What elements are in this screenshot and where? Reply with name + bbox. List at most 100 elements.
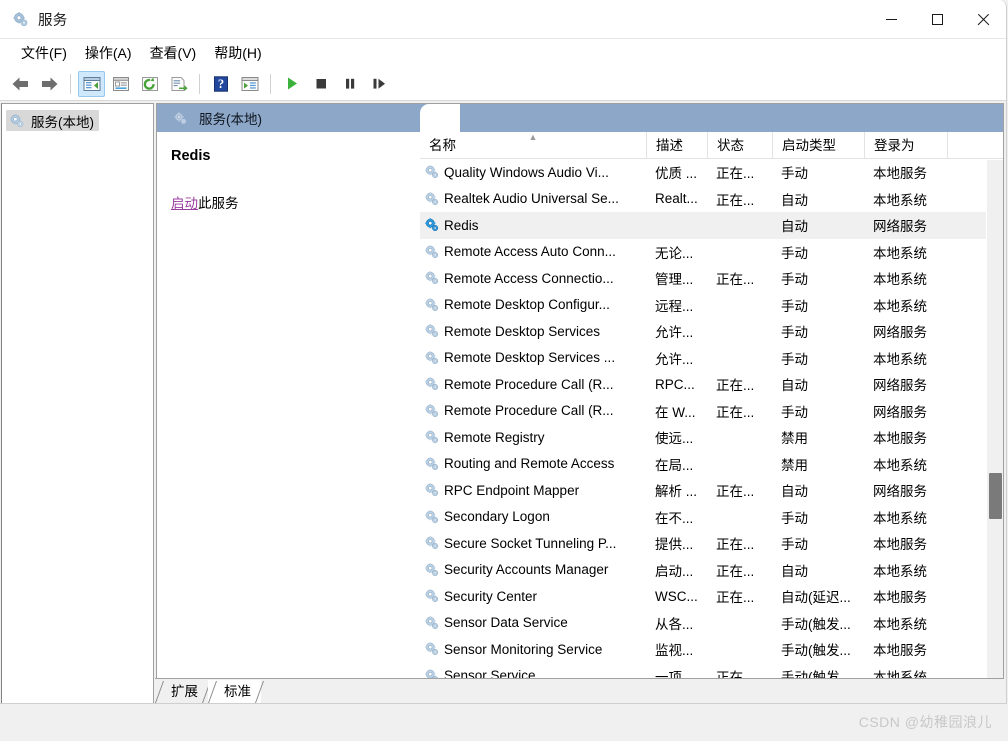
menu-action[interactable]: 操作(A) [76, 40, 141, 66]
table-row[interactable]: Remote Procedure Call (R... RPC... 正在... 自动… [420, 371, 1003, 398]
cell-service-name: Remote Procedure Call (R... [420, 376, 646, 392]
column-header-startup-type[interactable]: 启动类型 [772, 132, 864, 159]
tab-standard[interactable]: 标准 [208, 680, 261, 703]
table-row[interactable]: Secure Socket Tunneling P... 提供... 正在... 手动… [420, 530, 1003, 557]
refresh-button[interactable] [136, 71, 163, 97]
table-row[interactable]: Remote Access Connectio... 管理... 正在... 手动 本地… [420, 265, 1003, 292]
menu-help[interactable]: 帮助(H) [205, 40, 270, 66]
stop-service-button[interactable] [307, 71, 334, 97]
cell-startup-type: 手动(触发... [781, 616, 851, 632]
service-name-text: Remote Desktop Configur... [444, 297, 610, 313]
table-row[interactable]: Security Accounts Manager 启动... 正在... 自动 本地系… [420, 557, 1003, 584]
column-header-name[interactable]: 名称 ▲ [420, 132, 646, 159]
cell-startup-type: 手动 [781, 404, 808, 420]
cell-startup-type: 手动 [781, 510, 808, 526]
forward-button[interactable] [36, 71, 63, 97]
cell-startup-type: 手动 [781, 166, 808, 182]
cell-log-on-as: 本地系统 [873, 457, 927, 473]
column-header-status[interactable]: 状态 [707, 132, 772, 159]
table-row[interactable]: Remote Desktop Services ... 允许... 手动 本地系统 [420, 345, 1003, 372]
start-service-icon [287, 77, 297, 90]
restart-service-button[interactable] [365, 71, 392, 97]
close-button[interactable] [960, 0, 1006, 39]
column-header-log-on-as[interactable]: 登录为 [864, 132, 947, 159]
cell-log-on-as: 本地系统 [873, 192, 927, 208]
services-gear-icon [13, 11, 28, 26]
scrollbar-thumb[interactable] [989, 473, 1002, 519]
table-row[interactable]: Realtek Audio Universal Se... Realt... 正在.… [420, 186, 1003, 213]
cell-service-name: Secondary Logon [420, 509, 646, 525]
cell-log-on-as: 网络服务 [873, 404, 927, 420]
table-row[interactable]: Secondary Logon 在不... 手动 本地系统 [420, 504, 1003, 531]
service-name-text: Secure Socket Tunneling P... [444, 535, 617, 551]
cell-log-on-as: 本地服务 [873, 643, 927, 659]
start-service-button[interactable] [278, 71, 305, 97]
cell-service-name: Quality Windows Audio Vi... [420, 164, 646, 180]
service-gear-icon [425, 350, 439, 364]
cell-startup-type: 自动 [781, 563, 808, 579]
cell-startup-type: 禁用 [781, 457, 808, 473]
tree-node-services-local[interactable]: 服务(本地) [6, 110, 99, 131]
table-row[interactable]: Security Center WSC... 正在... 自动(延迟... 本地服务 [420, 583, 1003, 610]
back-button[interactable] [7, 71, 34, 97]
console-tree-pane: 服务(本地) [1, 103, 154, 703]
service-gear-icon [425, 456, 439, 470]
svg-text:?: ? [217, 77, 223, 91]
table-row[interactable]: RPC Endpoint Mapper 解析 ... 正在... 自动 网络服务 [420, 477, 1003, 504]
pause-service-button[interactable] [336, 71, 363, 97]
table-row[interactable]: Sensor Data Service 从各... 手动(触发... 本地系统 [420, 610, 1003, 637]
cell-log-on-as: 网络服务 [873, 378, 927, 394]
table-row[interactable]: Remote Access Auto Conn... 无论... 手动 本地系统 [420, 239, 1003, 266]
watermark-text: CSDN @幼稚园浪儿 [858, 714, 992, 730]
toolbar-separator-1 [70, 73, 71, 94]
pane-banner-title: 服务(本地) [199, 112, 262, 127]
export-list-button[interactable] [165, 71, 192, 97]
service-name-text: Quality Windows Audio Vi... [444, 164, 609, 180]
cell-status: 正在... [716, 192, 755, 208]
cell-log-on-as: 本地系统 [873, 616, 927, 632]
show-hide-console-tree-button[interactable] [78, 70, 105, 97]
menu-file[interactable]: 文件(F) [12, 40, 76, 66]
column-header-description[interactable]: 描述 [646, 132, 707, 159]
tab-extended[interactable]: 扩展 [155, 680, 208, 703]
minimize-button[interactable] [868, 0, 914, 39]
table-row[interactable]: Remote Registry 使远... 禁用 本地服务 [420, 424, 1003, 451]
details-pane: 服务(本地) Redis 启动此服务 名称 ▲ 描述 状态 启动类型 登录为 Q… [156, 103, 1004, 703]
maximize-button[interactable] [914, 0, 960, 39]
menu-view[interactable]: 查看(V) [141, 40, 206, 66]
cell-log-on-as: 本地服务 [873, 537, 927, 553]
column-header-filler [947, 132, 1003, 159]
show-action-pane-button[interactable] [236, 71, 263, 97]
service-gear-icon [425, 483, 439, 497]
cell-description: 允许... [655, 325, 694, 341]
table-row[interactable]: Remote Desktop Configur... 远程... 手动 本地系统 [420, 292, 1003, 319]
minimize-icon [885, 19, 897, 20]
cell-service-name: Security Center [420, 588, 646, 604]
close-icon [977, 13, 990, 26]
service-name-text: Routing and Remote Access [444, 456, 615, 472]
properties-button[interactable] [107, 71, 134, 97]
service-gear-icon [425, 589, 439, 603]
table-row[interactable]: Quality Windows Audio Vi... 优质 ... 正在... 手动… [420, 159, 1003, 186]
table-row[interactable]: Routing and Remote Access 在局... 禁用 本地系统 [420, 451, 1003, 478]
table-row[interactable]: Remote Procedure Call (R... 在 W... 正在... 手动… [420, 398, 1003, 425]
mmc-view-tabs: 扩展 标准 [155, 678, 1004, 703]
refresh-icon [141, 76, 158, 91]
list-column-header: 名称 ▲ 描述 状态 启动类型 登录为 [420, 132, 1003, 159]
table-row[interactable]: Redis 自动 网络服务 [420, 212, 1003, 239]
services-list: 名称 ▲ 描述 状态 启动类型 登录为 Quality Windows Audi… [420, 132, 1003, 703]
help-button[interactable]: ? [207, 71, 234, 97]
properties-icon [112, 76, 129, 91]
service-name-text: Remote Access Auto Conn... [444, 244, 616, 260]
cell-log-on-as: 本地系统 [873, 351, 927, 367]
sort-ascending-icon: ▲ [528, 132, 538, 142]
service-name-text: Remote Procedure Call (R... [444, 376, 614, 392]
cell-status: 正在... [716, 563, 755, 579]
cell-description: Realt... [655, 191, 698, 207]
table-row[interactable]: Sensor Monitoring Service 监视... 手动(触发... 本地… [420, 636, 1003, 663]
table-row[interactable]: Remote Desktop Services 允许... 手动 网络服务 [420, 318, 1003, 345]
service-gear-icon [425, 271, 439, 285]
list-vertical-scrollbar[interactable] [986, 160, 1003, 703]
start-service-link[interactable]: 启动 [171, 196, 198, 211]
maximize-icon [931, 14, 943, 25]
